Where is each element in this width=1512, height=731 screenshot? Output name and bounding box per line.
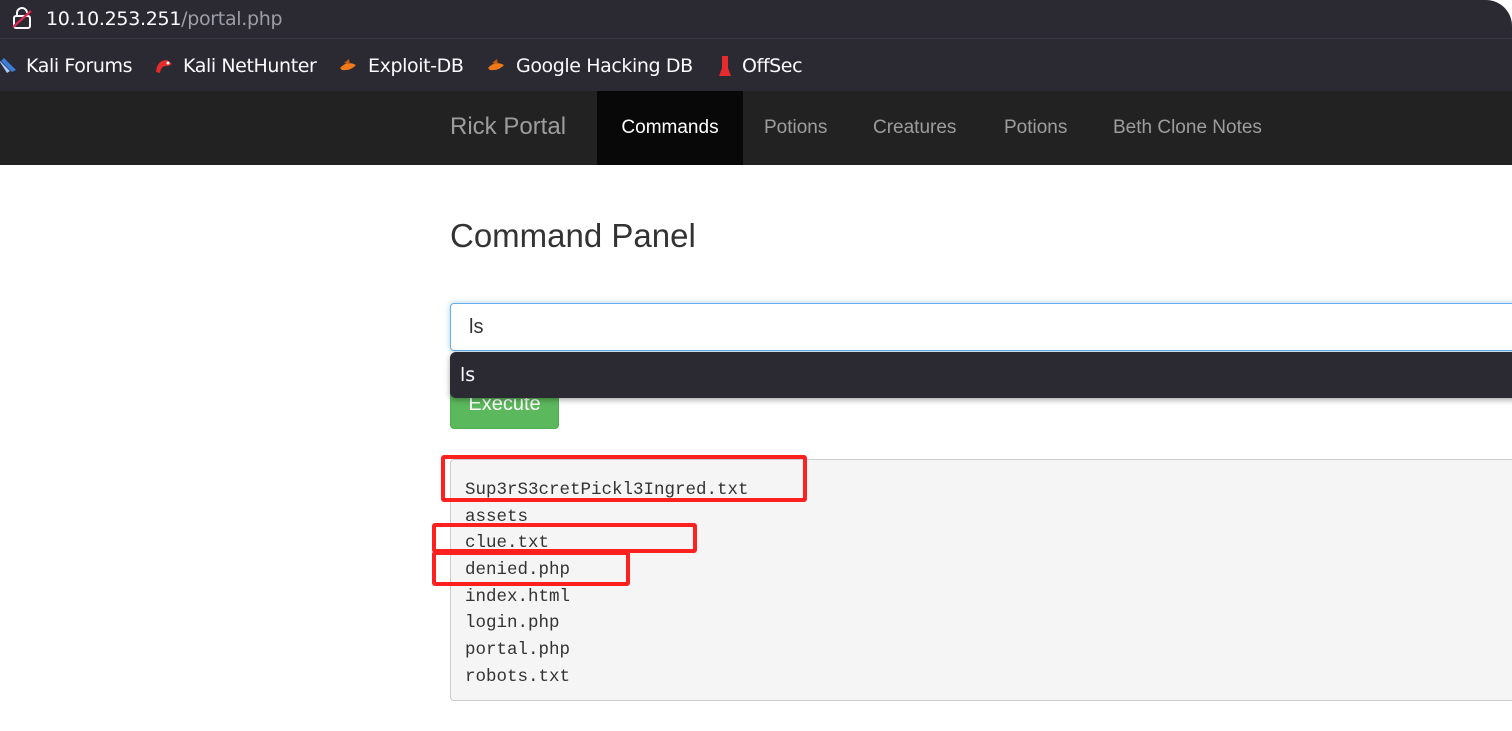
highlight-box-secret-file [441, 455, 807, 502]
nav-item-beth-clone-notes[interactable]: Beth Clone Notes [1113, 91, 1262, 165]
site-navbar: Rick Portal Commands Potions Creatures P… [0, 91, 1512, 165]
navbar-brand[interactable]: Rick Portal [450, 113, 566, 141]
output-line: index.html [465, 586, 571, 607]
url-text[interactable]: 10.10.253.251/portal.php [46, 7, 283, 31]
bookmark-label: Kali NetHunter [183, 55, 317, 77]
offsec-icon [719, 56, 731, 76]
url-host: 10.10.253.251 [46, 8, 182, 30]
highlight-box-clue [432, 523, 697, 553]
output-line: portal.php [465, 640, 571, 661]
nav-item-commands[interactable]: Commands [597, 91, 743, 165]
bookmarks-toolbar: Kali Forums Kali NetHunter Exploit-DB Go… [0, 38, 1512, 91]
nav-item-potions[interactable]: Potions [764, 91, 827, 165]
bookmark-offsec[interactable]: OffSec [716, 54, 803, 78]
exploit-db-icon [340, 59, 356, 71]
google-hacking-db-icon [488, 59, 504, 71]
bookmark-kali-forums[interactable]: Kali Forums [0, 54, 133, 78]
bookmark-google-hacking-db[interactable]: Google Hacking DB [486, 54, 693, 78]
bookmark-exploit-db[interactable]: Exploit-DB [338, 54, 464, 78]
output-line: robots.txt [465, 666, 571, 687]
output-line: login.php [465, 613, 560, 634]
bookmark-label: Kali Forums [26, 55, 133, 77]
command-input[interactable] [450, 303, 1512, 351]
nav-item-potions-2[interactable]: Potions [1004, 91, 1067, 165]
highlight-box-denied [432, 551, 630, 586]
autocomplete-suggestion[interactable]: ls [460, 364, 475, 386]
bookmark-label: OffSec [742, 55, 803, 77]
url-path: /portal.php [181, 8, 283, 30]
bookmark-label: Google Hacking DB [516, 55, 693, 77]
nav-item-creatures[interactable]: Creatures [873, 91, 956, 165]
bookmark-kali-nethunter[interactable]: Kali NetHunter [153, 54, 317, 78]
kali-nethunter-icon [156, 60, 172, 73]
bookmark-label: Exploit-DB [368, 55, 464, 77]
page-title: Command Panel [450, 217, 696, 254]
insecure-lock-icon[interactable] [10, 6, 34, 30]
autocomplete-dropdown[interactable]: ls [450, 352, 1512, 398]
browser-url-bar[interactable]: 10.10.253.251/portal.php [0, 0, 1512, 38]
kali-forums-icon [0, 58, 16, 73]
